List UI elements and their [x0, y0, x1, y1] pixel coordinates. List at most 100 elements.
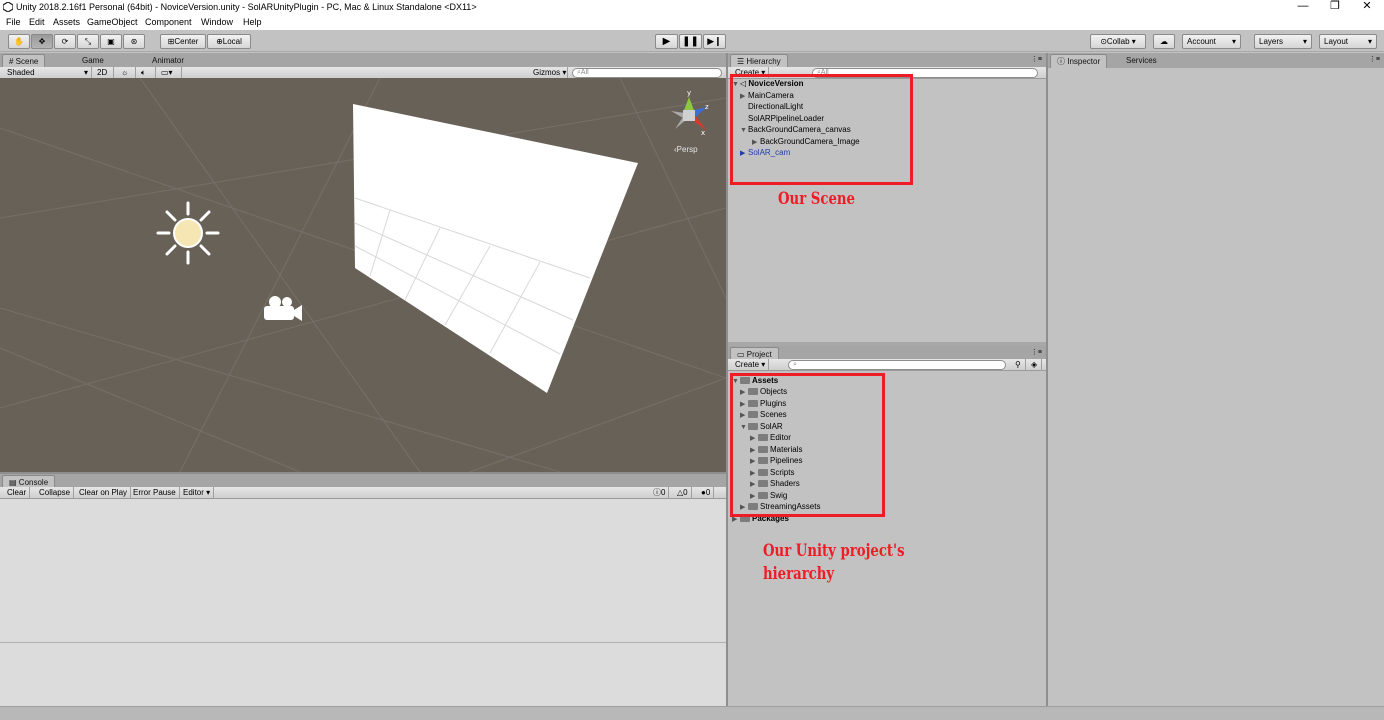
tab-services[interactable]: Services	[1120, 54, 1163, 68]
svg-text:y: y	[687, 89, 691, 97]
svg-text:z: z	[705, 103, 709, 111]
move-tool-button[interactable]: ✥	[31, 34, 53, 49]
shading-mode-label: Shaded	[7, 68, 35, 77]
menu-edit[interactable]: Edit	[29, 17, 45, 27]
console-info-count[interactable]: ⓘ0	[650, 487, 670, 499]
hierarchy-tabbar: ☰ Hierarchy ⋮≡	[728, 53, 1046, 68]
directional-light-icon	[156, 201, 220, 265]
console-divider[interactable]	[0, 642, 726, 643]
camera-icon	[264, 296, 302, 321]
gizmos-label: Gizmos	[533, 68, 561, 77]
menu-component[interactable]: Component	[145, 17, 192, 27]
collab-label: Collab ▾	[1106, 37, 1136, 46]
account-dropdown[interactable]: Account ▾	[1182, 34, 1241, 49]
horizontal-splitter[interactable]	[0, 472, 726, 474]
scene-tabbar: # Scene Game Animator	[0, 53, 726, 68]
console-clear-on-play-button[interactable]: Clear on Play	[76, 487, 132, 499]
cloud-button[interactable]: ☁	[1153, 34, 1175, 49]
step-button[interactable]: ▶❙	[703, 34, 726, 49]
restore-button[interactable]: ❐	[1320, 0, 1350, 14]
search-icon: ⌕	[793, 361, 797, 368]
title-bar: Unity 2018.2.16f1 Personal (64bit) - Nov…	[0, 0, 1384, 14]
annotation-scene-label: Our Scene	[778, 189, 855, 209]
console-collapse-button[interactable]: Collapse	[36, 487, 75, 499]
main-toolbar: ✋ ✥ ⟳ ⤡ ▣ ⊛ ⊞Center ⊕Local ▶ ❚❚ ▶❙ ⊙Coll…	[0, 30, 1384, 52]
collab-icon: ⊙	[1100, 37, 1107, 46]
filter-type-button[interactable]: ⚲	[1012, 359, 1026, 371]
layers-dropdown[interactable]: Layers ▾	[1254, 34, 1312, 49]
hand-tool-button[interactable]: ✋	[8, 34, 30, 49]
menu-bar: File Edit Assets GameObject Component Wi…	[0, 14, 1384, 30]
rect-icon: ▣	[107, 37, 115, 46]
scene-search-input[interactable]: ⌕All	[572, 68, 722, 78]
vertical-splitter[interactable]	[726, 53, 728, 706]
menu-window[interactable]: Window	[201, 17, 233, 27]
menu-gameobject[interactable]: GameObject	[87, 17, 138, 27]
menu-assets[interactable]: Assets	[53, 17, 80, 27]
annotation-project-line2: hierarchy	[763, 564, 835, 584]
chevron-down-icon: ▾	[1302, 37, 1307, 46]
pivot-center-button[interactable]: ⊞Center	[160, 34, 206, 49]
vertical-splitter[interactable]	[1046, 53, 1048, 706]
play-icon: ▶	[662, 36, 671, 47]
svg-text:x: x	[701, 129, 705, 137]
horizontal-splitter[interactable]	[728, 342, 1046, 346]
tab-inspector[interactable]: ⓘ Inspector	[1050, 54, 1108, 68]
move-icon: ✥	[38, 37, 46, 46]
play-button[interactable]: ▶	[655, 34, 678, 49]
layout-label: Layout	[1324, 37, 1349, 46]
tag-icon: ◈	[1031, 360, 1038, 369]
tab-game[interactable]: Game	[76, 54, 110, 68]
scene-view[interactable]: y z x ‹Persp	[0, 78, 726, 472]
pivot-local-button[interactable]: ⊕Local	[207, 34, 251, 49]
project-search-input[interactable]: ⌕	[788, 360, 1006, 370]
window-title: Unity 2018.2.16f1 Personal (64bit) - Nov…	[16, 2, 477, 12]
scale-tool-button[interactable]: ⤡	[77, 34, 99, 49]
tab-animator[interactable]: Animator	[146, 54, 190, 68]
rotate-tool-button[interactable]: ⟳	[54, 34, 76, 49]
tab-scene[interactable]: # Scene	[2, 54, 46, 68]
pause-button[interactable]: ❚❚	[679, 34, 702, 49]
info-icon: ⓘ	[1057, 57, 1065, 66]
rect-tool-button[interactable]: ▣	[100, 34, 122, 49]
menu-help[interactable]: Help	[243, 17, 262, 27]
panel-menu-icon[interactable]: ⋮≡	[1031, 55, 1042, 63]
filter-label-button[interactable]: ◈	[1028, 359, 1042, 371]
speaker-icon: 🔈︎	[141, 68, 146, 77]
tab-hierarchy[interactable]: ☰ Hierarchy	[730, 54, 788, 68]
console-toolbar: Clear Collapse Clear on Play Error Pause…	[0, 487, 726, 499]
console-clear-button[interactable]: Clear	[4, 487, 31, 499]
console-editor-dropdown[interactable]: Editor ▾	[180, 487, 215, 499]
list-icon: ☰	[737, 57, 745, 66]
info-icon: ⓘ	[653, 488, 661, 497]
scene-gizmo-icon: y z x	[671, 89, 709, 137]
console-warning-count[interactable]: △0	[674, 487, 692, 499]
globe-icon: ⊕	[216, 37, 223, 46]
transform-tool-button[interactable]: ⊛	[123, 34, 145, 49]
close-button[interactable]: ✕	[1352, 0, 1382, 14]
hand-icon: ✋	[14, 37, 24, 46]
annotation-project-line1: Our Unity project's	[763, 541, 905, 561]
annotation-project-label: Our Unity project's hierarchy	[763, 540, 905, 586]
folder-icon: ▭	[737, 350, 745, 359]
step-icon: ▶❙	[707, 36, 722, 46]
chevron-down-icon: ▾	[1367, 37, 1372, 46]
scale-icon: ⤡	[84, 37, 92, 46]
console-error-count[interactable]: ●0	[698, 487, 715, 499]
layout-dropdown[interactable]: Layout ▾	[1319, 34, 1377, 49]
collab-button[interactable]: ⊙Collab ▾	[1090, 34, 1146, 49]
panel-menu-icon[interactable]: ⋮≡	[1031, 348, 1042, 356]
panel-menu-icon[interactable]: ⋮≡	[1369, 55, 1380, 63]
menu-file[interactable]: File	[6, 17, 21, 27]
console-panel: ▤ Console Clear Collapse Clear on Play E…	[0, 474, 726, 706]
persp-label[interactable]: ‹Persp	[674, 145, 698, 154]
account-label: Account	[1187, 37, 1216, 46]
minimize-button[interactable]: —	[1288, 0, 1318, 14]
chevron-down-icon: ▾	[1231, 37, 1236, 46]
project-create-dropdown[interactable]: Create ▾	[732, 359, 770, 371]
image-icon: ▭▾	[161, 68, 173, 77]
console-error-pause-button[interactable]: Error Pause	[130, 487, 180, 499]
local-label: Local	[222, 37, 242, 46]
scene-canvas: y z x	[0, 78, 726, 472]
status-bar	[0, 706, 1384, 720]
